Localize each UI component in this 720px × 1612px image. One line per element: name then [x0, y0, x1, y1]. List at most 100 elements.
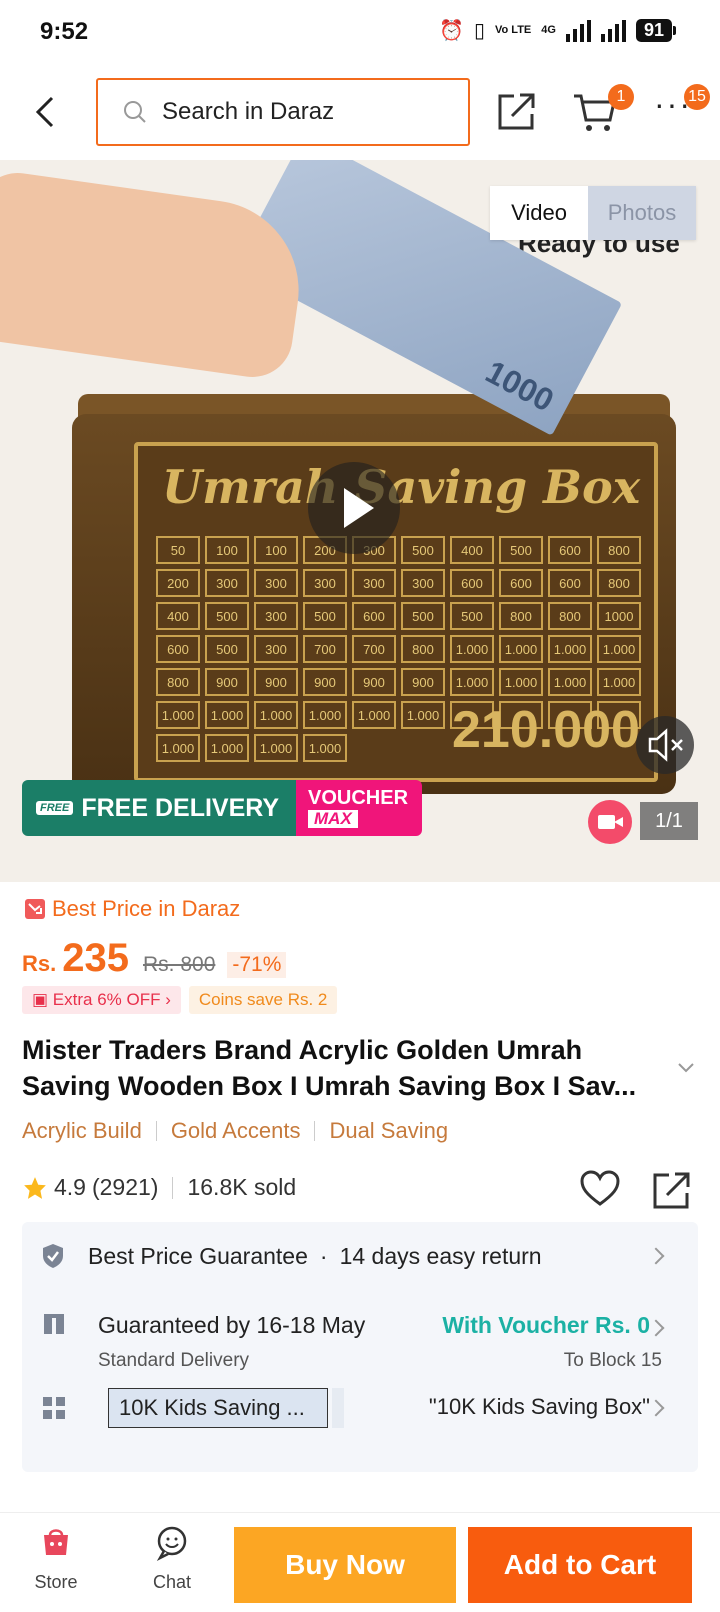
grid-cell: 500 [499, 536, 543, 564]
vibrate-icon: ▯ [474, 20, 486, 42]
bottom-action-bar: Store Chat Buy Now Add to Cart [0, 1512, 720, 1612]
grid-cell: 800 [401, 635, 445, 663]
grid-cell: 900 [205, 668, 249, 696]
play-button[interactable] [308, 462, 400, 554]
wishlist-heart-icon[interactable] [580, 1170, 620, 1208]
grid-cell: 300 [205, 569, 249, 597]
alarm-icon: ⏰ [439, 20, 464, 42]
price-row: Rs. 235 Rs. 800 -71% [22, 936, 287, 981]
guarantee-row[interactable]: Best Price Guarantee · 14 days easy retu… [40, 1242, 680, 1270]
back-arrow-icon[interactable] [32, 94, 62, 130]
variant-row[interactable]: 10K Kids Saving ... "10K Kids Saving Box… [40, 1388, 680, 1428]
best-price-tag: Best Price in Daraz [24, 896, 240, 922]
variant-grid-icon [43, 1397, 65, 1419]
image-counter: 1/1 [640, 802, 698, 840]
feature-tag: Dual Saving [329, 1118, 449, 1143]
tab-photos[interactable]: Photos [588, 186, 696, 240]
rating-row[interactable]: 4.9 (2921) 16.8K sold [22, 1174, 296, 1201]
chevron-right-icon [647, 1399, 665, 1417]
grid-cell: 500 [401, 602, 445, 630]
store-icon [44, 1529, 68, 1555]
feature-tag: Gold Accents [170, 1118, 301, 1143]
share-icon[interactable] [496, 90, 538, 132]
chat-icon [156, 1526, 187, 1561]
grid-cell: 500 [205, 635, 249, 663]
store-label: Store [34, 1572, 78, 1592]
search-icon [124, 101, 146, 123]
network-type: 4G [541, 24, 556, 36]
delivery-type: Standard Delivery [98, 1350, 250, 1371]
grid-cell: 600 [450, 569, 494, 597]
delivery-location: To Block 15 [563, 1350, 662, 1371]
best-price-icon [25, 899, 45, 919]
chevron-right-icon [647, 1319, 665, 1337]
dot-separator: · [319, 1242, 328, 1269]
divider [314, 1121, 316, 1141]
cart-count-badge: 1 [608, 84, 634, 110]
battery-icon: 91 [635, 19, 677, 42]
chat-label: Chat [152, 1572, 192, 1592]
extra-off-chip[interactable]: ▣ Extra 6% OFF › [22, 986, 181, 1014]
tab-video[interactable]: Video [490, 186, 588, 240]
easy-return: 14 days easy return [339, 1242, 542, 1269]
buy-now-button[interactable]: Buy Now [234, 1527, 456, 1603]
grid-cell: 400 [156, 602, 200, 630]
signal-icon-2 [600, 19, 626, 42]
share-icon[interactable] [652, 1170, 692, 1210]
voucher-max-badge: VOUCHER MAX [296, 780, 422, 836]
product-gallery[interactable]: Ready to use Umrah Saving Box 50 100 100 20… [0, 160, 720, 882]
variant-selected[interactable]: 10K Kids Saving ... [108, 1388, 328, 1428]
notification-count-badge: 15 [684, 84, 710, 110]
search-placeholder: Search in Daraz [162, 98, 335, 125]
search-input[interactable]: Search in Daraz [96, 78, 470, 146]
feature-tags: Acrylic Build Gold Accents Dual Saving [22, 1118, 448, 1144]
delivery-estimate: Guaranteed by 16-18 May [98, 1312, 366, 1338]
original-price: Rs. 800 [143, 953, 216, 976]
currency: Rs. [22, 951, 57, 976]
grid-cell: 1.000 [303, 734, 347, 762]
grid-cell: 1.000 [352, 701, 396, 729]
sold-count: 16.8K sold [187, 1174, 297, 1200]
grid-cell: 1.000 [450, 668, 494, 696]
grid-cell: 100 [205, 536, 249, 564]
extra-off-label: Extra 6% OFF [52, 990, 161, 1009]
product-title[interactable]: Mister Traders Brand Acrylic Golden Umra… [22, 1032, 672, 1104]
chat-button[interactable]: Chat [132, 1525, 212, 1593]
volte-indicator: Vo LTE [495, 24, 532, 36]
voucher-max-label: MAX [308, 810, 358, 828]
box-title: Umrah Saving Box [162, 460, 641, 514]
grid-cell: 800 [548, 602, 592, 630]
coins-chip[interactable]: Coins save Rs. 2 [188, 986, 338, 1014]
best-price-label: Best Price in Daraz [52, 896, 241, 921]
grid-cell: 800 [597, 569, 641, 597]
video-camera-icon[interactable] [588, 800, 632, 844]
free-delivery-section: FREE FREE DELIVERY [22, 780, 296, 836]
chevron-down-icon[interactable] [676, 1058, 696, 1078]
add-to-cart-button[interactable]: Add to Cart [468, 1527, 692, 1603]
grid-cell: 300 [352, 569, 396, 597]
rating-value: 4.9 [54, 1174, 86, 1200]
grid-cell: 300 [254, 569, 298, 597]
grid-cell: 300 [254, 635, 298, 663]
status-bar: 9:52 ⏰ ▯ Vo LTE 4G 91 [0, 0, 720, 64]
status-time: 9:52 [40, 18, 89, 45]
mute-icon[interactable] [636, 716, 694, 774]
grid-cell: 600 [548, 536, 592, 564]
divider [172, 1176, 174, 1199]
hand-image [0, 167, 311, 383]
free-delivery-banner: FREE FREE DELIVERY VOUCHER MAX [22, 780, 422, 836]
grid-cell: 1.000 [156, 734, 200, 762]
grid-cell: 1.000 [450, 635, 494, 663]
free-delivery-label: FREE DELIVERY [81, 793, 280, 822]
grid-cell: 50 [156, 536, 200, 564]
free-truck-icon: FREE [36, 801, 74, 815]
grid-cell: 500 [401, 536, 445, 564]
grid-cell: 700 [303, 635, 347, 663]
store-button[interactable]: Store [16, 1525, 96, 1593]
discount-badge: -71% [227, 952, 287, 978]
grid-cell: 1.000 [499, 635, 543, 663]
grid-cell: 500 [303, 602, 347, 630]
current-price: 235 [62, 936, 129, 980]
grid-cell: 400 [450, 536, 494, 564]
grid-cell: 100 [254, 536, 298, 564]
